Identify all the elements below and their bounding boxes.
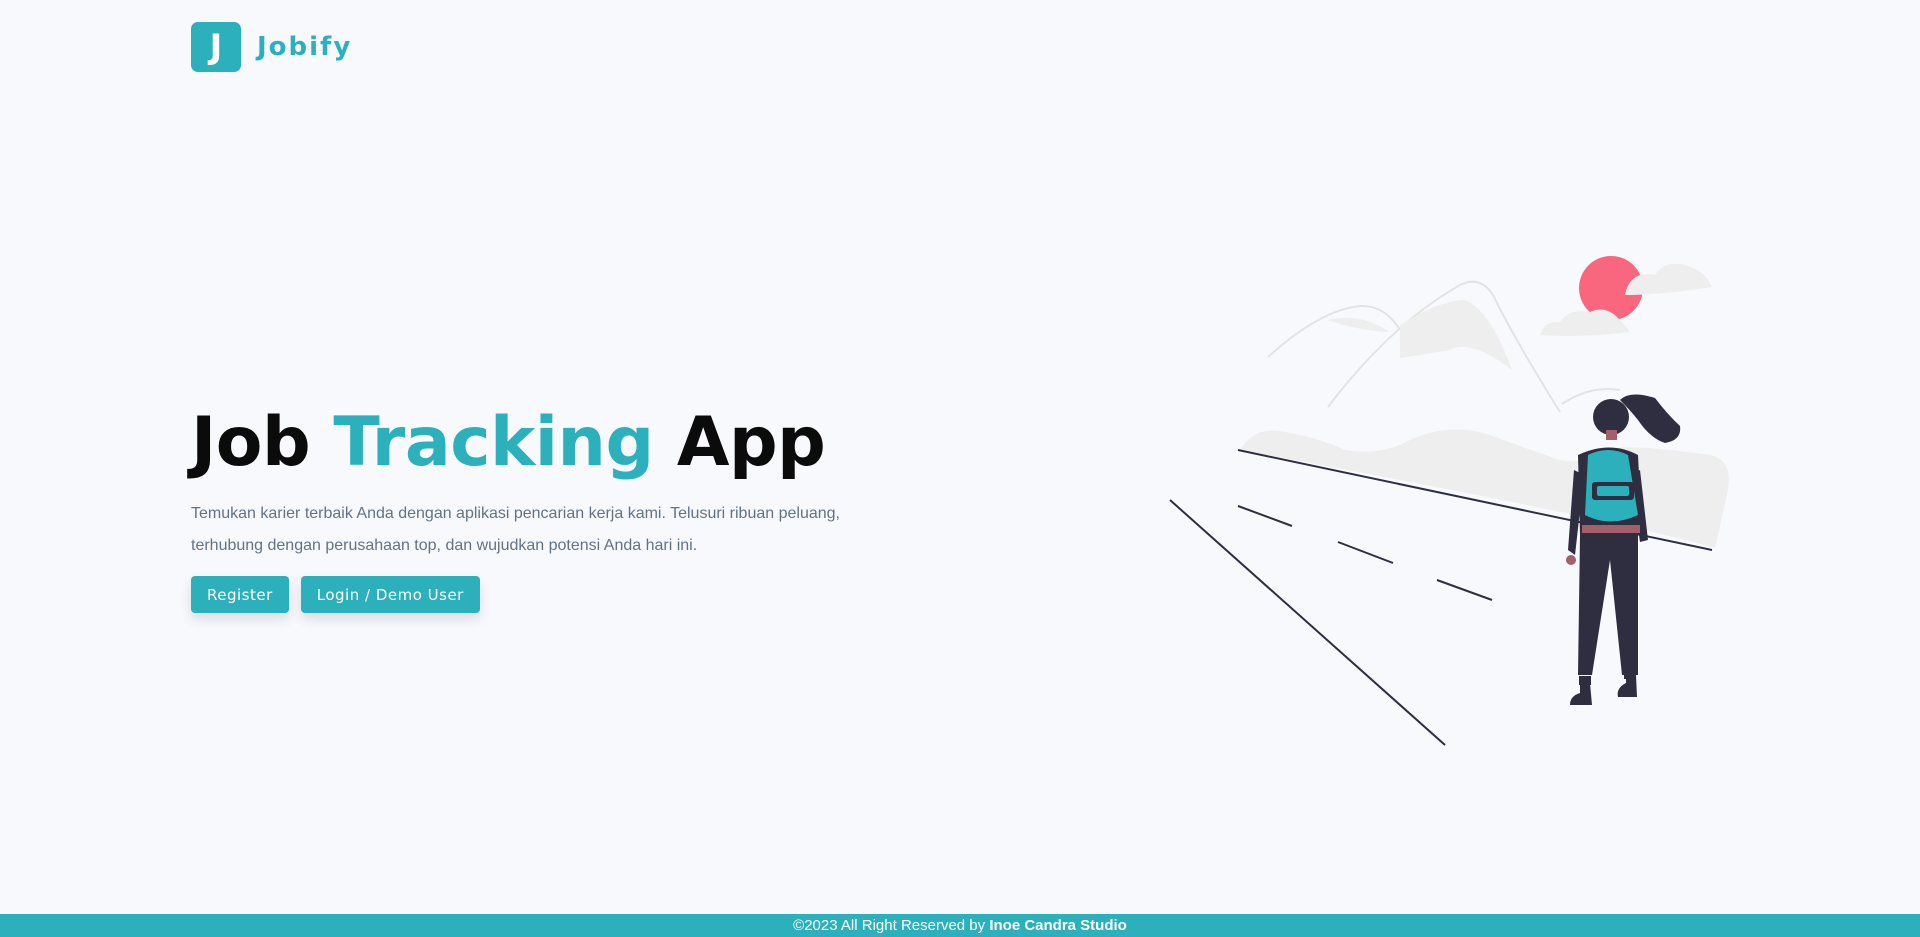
- mountain-fill: [1400, 300, 1512, 370]
- ground-hills-shape: [1240, 429, 1729, 548]
- road-dash: [1337, 541, 1394, 564]
- road-dash: [1237, 505, 1293, 527]
- footer-copyright: ©2023 All Right Reserved by: [793, 917, 990, 934]
- road-line: [1169, 499, 1446, 746]
- woman-figure: [1566, 394, 1681, 705]
- hero-description: Temukan karier terbaik Anda dengan aplik…: [191, 505, 840, 554]
- mountain-fill: [1327, 317, 1390, 332]
- landing-page: J Jobify Job Tracking App Temukan karier…: [0, 0, 1920, 937]
- brand-name: Jobify: [257, 32, 353, 62]
- footer-studio-name: Inoe Candra Studio: [989, 917, 1127, 934]
- cloud-shape: [1625, 263, 1712, 295]
- register-button[interactable]: Register: [191, 576, 289, 613]
- hero-title: Job Tracking App: [191, 398, 911, 488]
- hero-title-accent: Tracking: [333, 403, 654, 482]
- hero-actions: Register Login / Demo User: [191, 576, 911, 613]
- hero-title-part2: App: [653, 403, 826, 482]
- road-dash: [1436, 579, 1493, 601]
- logo-icon: J: [191, 22, 241, 72]
- hero-title-part1: Job: [191, 403, 334, 482]
- woman-with-backpack-hiking-illustration: [1169, 256, 1729, 746]
- login-demo-button[interactable]: Login / Demo User: [300, 576, 480, 613]
- hero-section: Job Tracking App Temukan karier terbaik …: [191, 398, 911, 613]
- footer: ©2023 All Right Reserved by Inoe Candra …: [0, 914, 1920, 937]
- hero-illustration: [1160, 250, 1740, 750]
- navbar: J Jobify: [191, 22, 352, 72]
